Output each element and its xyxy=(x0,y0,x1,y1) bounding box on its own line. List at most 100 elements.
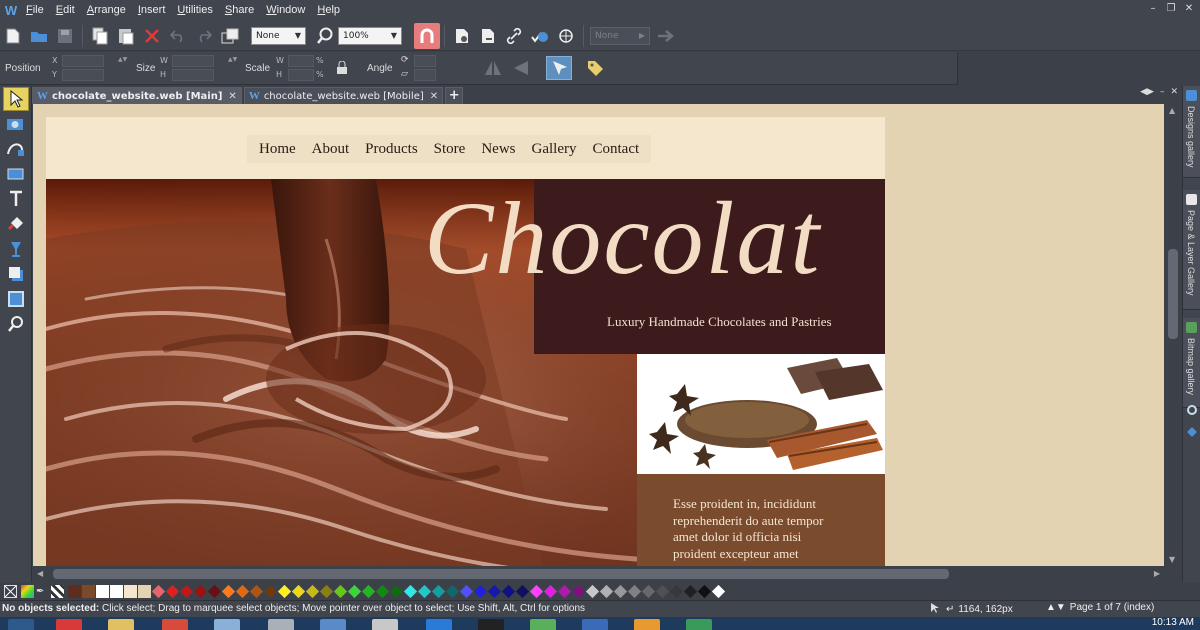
zoom-icon[interactable] xyxy=(312,23,338,49)
close-icon[interactable]: ✕ xyxy=(430,91,438,102)
bevel-tool-icon[interactable] xyxy=(3,287,29,311)
color-swatch[interactable] xyxy=(459,584,474,598)
scroll-tabs-icon[interactable]: ◀▶ xyxy=(1140,87,1154,97)
flip-vertical-icon[interactable] xyxy=(512,59,530,80)
taskbar-app-icon[interactable] xyxy=(426,619,452,630)
zoom-tool-icon[interactable] xyxy=(3,312,29,336)
text-tool-icon[interactable] xyxy=(3,187,29,211)
menu-utilities[interactable]: Utilities xyxy=(171,0,218,21)
color-swatch[interactable] xyxy=(347,584,362,598)
tab-bitmap-gallery[interactable]: Bitmap gallery xyxy=(1183,318,1200,408)
color-swatch[interactable] xyxy=(613,584,628,598)
color-swatch[interactable] xyxy=(249,584,264,598)
redo-icon[interactable] xyxy=(191,23,217,49)
taskbar-browser-icon[interactable] xyxy=(162,619,188,630)
selector-tool-icon[interactable] xyxy=(3,87,29,111)
nav-news[interactable]: News xyxy=(473,141,523,158)
pattern-swatch[interactable] xyxy=(51,584,64,598)
taskbar-app-icon[interactable] xyxy=(372,619,398,630)
taskbar-app-icon[interactable] xyxy=(268,619,294,630)
taskbar-kindle-icon[interactable] xyxy=(478,619,504,630)
color-swatch[interactable] xyxy=(207,584,222,598)
new-document-button[interactable] xyxy=(0,23,26,49)
transform-origin-icon[interactable] xyxy=(546,56,572,80)
taskbar-app-icon[interactable] xyxy=(686,619,712,630)
color-swatch[interactable] xyxy=(165,584,180,598)
color-swatch[interactable] xyxy=(375,584,390,598)
color-swatch[interactable] xyxy=(151,584,166,598)
color-picker-icon[interactable]: ✒ xyxy=(36,585,49,598)
taskbar-app-icon[interactable] xyxy=(214,619,240,630)
nav-products[interactable]: Products xyxy=(357,141,426,158)
color-swatch[interactable] xyxy=(529,584,544,598)
nav-about[interactable]: About xyxy=(304,141,358,158)
color-swatch[interactable] xyxy=(361,584,376,598)
nav-gallery[interactable]: Gallery xyxy=(524,141,585,158)
delete-icon[interactable] xyxy=(139,23,165,49)
color-swatch[interactable] xyxy=(473,584,488,598)
link-icon[interactable] xyxy=(501,23,527,49)
color-swatch[interactable] xyxy=(431,584,446,598)
undo-icon[interactable] xyxy=(165,23,191,49)
taskbar-app-icon[interactable] xyxy=(530,619,556,630)
intro-text-box[interactable]: Esse proident in, incididunt reprehender… xyxy=(637,474,885,566)
color-swatch[interactable] xyxy=(389,584,404,598)
taskbar-app-icon[interactable] xyxy=(320,619,346,630)
color-swatch[interactable] xyxy=(543,584,558,598)
tab-mobile[interactable]: W chocolate_website.web [Mobile] ✕ xyxy=(243,87,444,104)
color-swatch[interactable] xyxy=(655,584,670,598)
color-swatch[interactable] xyxy=(82,584,95,598)
menu-edit[interactable]: Edit xyxy=(50,0,81,21)
color-swatch[interactable] xyxy=(669,584,684,598)
color-swatch[interactable] xyxy=(138,584,151,598)
scroll-down-icon[interactable]: ▼ xyxy=(1169,555,1175,564)
no-color-swatch[interactable] xyxy=(4,584,17,598)
color-swatch[interactable] xyxy=(501,584,516,598)
color-swatch[interactable] xyxy=(333,584,348,598)
page-nav-icon[interactable]: ▲▼ xyxy=(1046,602,1066,613)
site-title[interactable]: Chocolat xyxy=(424,187,821,291)
menu-file[interactable]: File xyxy=(20,0,50,21)
taskbar-folder-icon[interactable] xyxy=(108,619,134,630)
copy-button[interactable] xyxy=(87,23,113,49)
spell-check-icon[interactable] xyxy=(527,23,553,49)
minimize-doc-icon[interactable]: – xyxy=(1160,87,1165,97)
transparency-tool-icon[interactable] xyxy=(3,237,29,261)
shadow-tool-icon[interactable] xyxy=(3,262,29,286)
color-swatch[interactable] xyxy=(403,584,418,598)
snap-combo[interactable]: None ▼ xyxy=(251,26,306,45)
panel-extra-icon[interactable] xyxy=(1186,426,1198,441)
color-swatch[interactable] xyxy=(291,584,306,598)
color-swatch[interactable] xyxy=(110,584,123,598)
menu-help[interactable]: Help xyxy=(311,0,346,21)
scale-w-input[interactable] xyxy=(288,55,314,67)
start-icon[interactable] xyxy=(8,619,34,630)
color-swatch[interactable] xyxy=(305,584,320,598)
site-subtitle[interactable]: Luxury Handmade Chocolates and Pastries xyxy=(607,314,832,330)
fill-tool-icon[interactable] xyxy=(3,212,29,236)
chocolate-spices-image[interactable] xyxy=(637,354,885,474)
color-swatch[interactable] xyxy=(445,584,460,598)
position-x-input[interactable] xyxy=(62,55,104,67)
paste-button[interactable] xyxy=(113,23,139,49)
color-swatch[interactable] xyxy=(585,584,600,598)
photo-tool-icon[interactable] xyxy=(3,112,29,136)
transform-icon[interactable] xyxy=(217,23,243,49)
color-swatch[interactable] xyxy=(263,584,278,598)
color-swatch[interactable] xyxy=(193,584,208,598)
menu-insert[interactable]: Insert xyxy=(132,0,172,21)
color-swatch[interactable] xyxy=(557,584,572,598)
position-y-input[interactable] xyxy=(62,69,104,81)
color-swatch[interactable] xyxy=(221,584,236,598)
open-folder-button[interactable] xyxy=(26,23,52,49)
size-w-input[interactable] xyxy=(172,55,214,67)
horizontal-scrollbar[interactable]: ◀ ▶ xyxy=(33,566,1164,582)
color-swatch[interactable] xyxy=(599,584,614,598)
color-swatch[interactable] xyxy=(515,584,530,598)
nav-contact[interactable]: Contact xyxy=(585,141,648,158)
magnet-snap-icon[interactable] xyxy=(414,22,440,49)
angle-input[interactable] xyxy=(414,55,436,67)
lock-aspect-icon[interactable] xyxy=(336,60,348,78)
add-tab-button[interactable]: + xyxy=(445,87,464,104)
taskbar-app-icon[interactable] xyxy=(582,619,608,630)
